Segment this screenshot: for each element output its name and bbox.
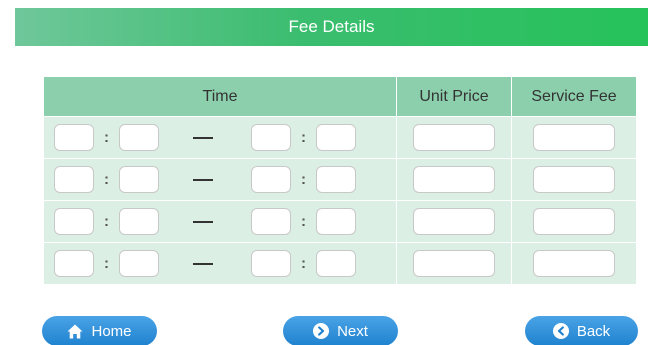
end-hour-input[interactable] [251, 208, 291, 235]
unit-price-input[interactable] [413, 124, 495, 151]
arrow-right-circle-icon [313, 323, 330, 339]
next-button-label: Next [337, 322, 368, 340]
unit-price-cell [396, 242, 512, 285]
unit-price-column-header: Unit Price [396, 76, 512, 117]
time-separator: : [301, 255, 306, 272]
fee-table: Time Unit Price Service Fee : ::::: … [43, 76, 637, 285]
service-fee-cell [511, 242, 637, 285]
start-hour-input[interactable] [54, 166, 94, 193]
range-dash [179, 178, 231, 181]
back-button[interactable]: Back [525, 316, 638, 345]
service-fee-column-header: Service Fee [511, 76, 637, 117]
start-minute-input[interactable] [119, 208, 159, 235]
table-row: : : [43, 116, 637, 159]
start-minute-input[interactable] [119, 124, 159, 151]
range-dash [179, 262, 231, 265]
table-row: : : [43, 200, 637, 243]
unit-price-input[interactable] [413, 208, 495, 235]
time-column-header: Time [43, 76, 397, 117]
unit-price-cell [396, 158, 512, 201]
service-fee-input[interactable] [533, 250, 615, 277]
time-separator: : [104, 213, 109, 230]
time-range-cell: : : [43, 242, 397, 285]
time-separator: : [104, 255, 109, 272]
service-fee-input[interactable] [533, 166, 615, 193]
service-fee-cell [511, 116, 637, 159]
unit-price-input[interactable] [413, 250, 495, 277]
service-fee-cell [511, 200, 637, 243]
end-minute-input[interactable] [316, 208, 356, 235]
range-dash [179, 136, 231, 139]
time-range-cell: : : [43, 158, 397, 201]
service-fee-input[interactable] [533, 124, 615, 151]
service-fee-cell [511, 158, 637, 201]
start-minute-input[interactable] [119, 250, 159, 277]
time-separator: : [301, 171, 306, 188]
time-range-cell: : : [43, 200, 397, 243]
time-separator: : [104, 171, 109, 188]
end-minute-input[interactable] [316, 124, 356, 151]
range-dash [179, 220, 231, 223]
end-hour-input[interactable] [251, 250, 291, 277]
service-fee-input[interactable] [533, 208, 615, 235]
time-separator: : [104, 129, 109, 146]
next-button[interactable]: Next [283, 316, 398, 345]
page-header: Fee Details [15, 8, 648, 46]
table-header-row: Time Unit Price Service Fee [43, 76, 637, 117]
home-icon [67, 323, 83, 339]
end-hour-input[interactable] [251, 166, 291, 193]
time-range-cell: : : [43, 116, 397, 159]
time-separator: : [301, 129, 306, 146]
home-button-label: Home [91, 322, 132, 340]
end-minute-input[interactable] [316, 166, 356, 193]
start-hour-input[interactable] [54, 124, 94, 151]
start-hour-input[interactable] [54, 250, 94, 277]
page-title: Fee Details [288, 17, 375, 36]
unit-price-input[interactable] [413, 166, 495, 193]
start-hour-input[interactable] [54, 208, 94, 235]
home-button[interactable]: Home [42, 316, 157, 345]
table-row: : : [43, 158, 637, 201]
unit-price-cell [396, 116, 512, 159]
end-minute-input[interactable] [316, 250, 356, 277]
table-row: : : [43, 242, 637, 285]
arrow-left-circle-icon [552, 323, 569, 339]
end-hour-input[interactable] [251, 124, 291, 151]
back-button-label: Back [576, 322, 611, 340]
start-minute-input[interactable] [119, 166, 159, 193]
unit-price-cell [396, 200, 512, 243]
time-separator: : [301, 213, 306, 230]
